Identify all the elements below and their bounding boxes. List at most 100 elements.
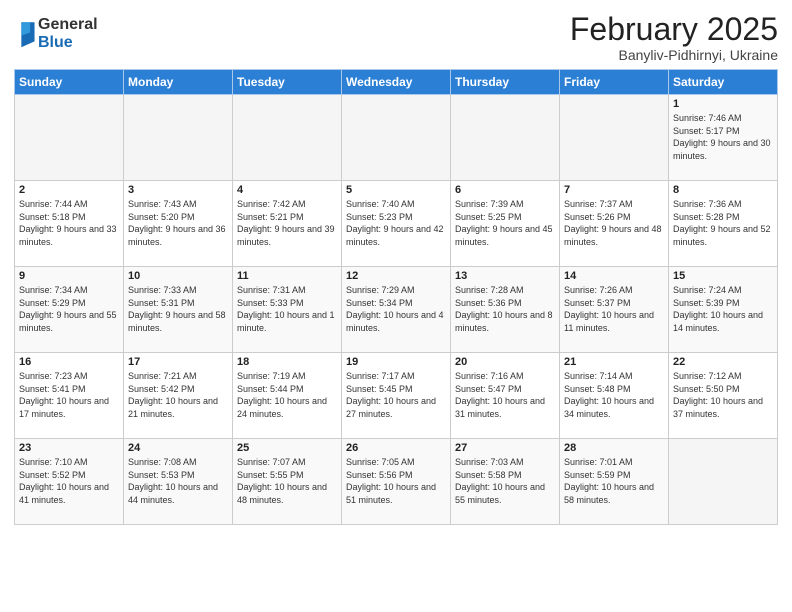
logo-icon (14, 20, 36, 48)
day-number: 13 (455, 270, 555, 282)
weekday-header-thursday: Thursday (451, 70, 560, 95)
calendar-cell: 25 Sunrise: 7:07 AM Sunset: 5:55 PM Dayli… (233, 439, 342, 525)
day-info: Sunrise: 7:21 AM Sunset: 5:42 PM Dayligh… (128, 370, 228, 420)
weekday-header-row: SundayMondayTuesdayWednesdayThursdayFrid… (15, 70, 778, 95)
logo-general-label: General (38, 16, 98, 34)
day-info: Sunrise: 7:37 AM Sunset: 5:26 PM Dayligh… (564, 198, 664, 248)
day-info: Sunrise: 7:10 AM Sunset: 5:52 PM Dayligh… (19, 456, 119, 506)
day-info: Sunrise: 7:28 AM Sunset: 5:36 PM Dayligh… (455, 284, 555, 334)
calendar-cell: 5Sunrise: 7:40 AM Sunset: 5:23 PM Daylig… (342, 181, 451, 267)
calendar-cell: 1 Sunrise: 7:46 AM Sunset: 5:17 PM Daylig… (669, 95, 778, 181)
day-number: 2 (19, 184, 119, 196)
day-number: 25 (237, 442, 337, 454)
day-info: Sunrise: 7:19 AM Sunset: 5:44 PM Dayligh… (237, 370, 337, 420)
calendar-week-2: 9 Sunrise: 7:34 AM Sunset: 5:29 PM Daylig… (15, 267, 778, 353)
day-number: 23 (19, 442, 119, 454)
day-info: Sunrise: 7:42 AM Sunset: 5:21 PM Dayligh… (237, 198, 337, 248)
title-area: February 2025 Banyliv-Pidhirnyi, Ukraine (570, 12, 778, 63)
weekday-header-saturday: Saturday (669, 70, 778, 95)
logo-blue-label: Blue (38, 34, 98, 52)
calendar: SundayMondayTuesdayWednesdayThursdayFrid… (14, 69, 778, 525)
day-number: 3 (128, 184, 228, 196)
day-info: Sunrise: 7:05 AM Sunset: 5:56 PM Dayligh… (346, 456, 446, 506)
calendar-week-1: 2 Sunrise: 7:44 AM Sunset: 5:18 PM Daylig… (15, 181, 778, 267)
calendar-cell: 11 Sunrise: 7:31 AM Sunset: 5:33 PM Dayli… (233, 267, 342, 353)
page-container: General Blue February 2025 Banyliv-Pidhi… (0, 0, 792, 612)
logo: General Blue (14, 16, 98, 51)
calendar-cell: 17 Sunrise: 7:21 AM Sunset: 5:42 PM Dayli… (124, 353, 233, 439)
day-number: 6 (455, 184, 555, 196)
day-info: Sunrise: 7:23 AM Sunset: 5:41 PM Dayligh… (19, 370, 119, 420)
weekday-header-tuesday: Tuesday (233, 70, 342, 95)
weekday-header-monday: Monday (124, 70, 233, 95)
day-number: 4 (237, 184, 337, 196)
calendar-cell: 2 Sunrise: 7:44 AM Sunset: 5:18 PM Daylig… (15, 181, 124, 267)
calendar-cell: 16Sunrise: 7:23 AM Sunset: 5:41 PM Dayli… (15, 353, 124, 439)
calendar-cell: 22 Sunrise: 7:12 AM Sunset: 5:50 PM Dayli… (669, 353, 778, 439)
calendar-cell: 6 Sunrise: 7:39 AM Sunset: 5:25 PM Daylig… (451, 181, 560, 267)
calendar-cell: 9 Sunrise: 7:34 AM Sunset: 5:29 PM Daylig… (15, 267, 124, 353)
day-info: Sunrise: 7:44 AM Sunset: 5:18 PM Dayligh… (19, 198, 119, 248)
calendar-week-0: 1 Sunrise: 7:46 AM Sunset: 5:17 PM Daylig… (15, 95, 778, 181)
day-number: 22 (673, 356, 773, 368)
day-number: 7 (564, 184, 664, 196)
day-number: 20 (455, 356, 555, 368)
calendar-cell: 10 Sunrise: 7:33 AM Sunset: 5:31 PM Dayli… (124, 267, 233, 353)
day-info: Sunrise: 7:26 AM Sunset: 5:37 PM Dayligh… (564, 284, 664, 334)
calendar-cell: 13 Sunrise: 7:28 AM Sunset: 5:36 PM Dayli… (451, 267, 560, 353)
calendar-body: 1 Sunrise: 7:46 AM Sunset: 5:17 PM Daylig… (15, 95, 778, 525)
day-info: Sunrise: 7:24 AM Sunset: 5:39 PM Dayligh… (673, 284, 773, 334)
day-number: 26 (346, 442, 446, 454)
day-number: 8 (673, 184, 773, 196)
day-info: Sunrise: 7:43 AM Sunset: 5:20 PM Dayligh… (128, 198, 228, 248)
day-number: 27 (455, 442, 555, 454)
weekday-header-wednesday: Wednesday (342, 70, 451, 95)
day-info: Sunrise: 7:16 AM Sunset: 5:47 PM Dayligh… (455, 370, 555, 420)
day-info: Sunrise: 7:46 AM Sunset: 5:17 PM Dayligh… (673, 112, 773, 162)
day-number: 12 (346, 270, 446, 282)
day-number: 5 (346, 184, 446, 196)
day-number: 15 (673, 270, 773, 282)
calendar-cell: 4 Sunrise: 7:42 AM Sunset: 5:21 PM Daylig… (233, 181, 342, 267)
calendar-cell: 8Sunrise: 7:36 AM Sunset: 5:28 PM Daylig… (669, 181, 778, 267)
day-info: Sunrise: 7:07 AM Sunset: 5:55 PM Dayligh… (237, 456, 337, 506)
day-info: Sunrise: 7:33 AM Sunset: 5:31 PM Dayligh… (128, 284, 228, 334)
header: General Blue February 2025 Banyliv-Pidhi… (14, 12, 778, 63)
weekday-header-friday: Friday (560, 70, 669, 95)
calendar-cell: 18Sunrise: 7:19 AM Sunset: 5:44 PM Dayli… (233, 353, 342, 439)
day-info: Sunrise: 7:34 AM Sunset: 5:29 PM Dayligh… (19, 284, 119, 334)
calendar-cell (669, 439, 778, 525)
calendar-cell: 28 Sunrise: 7:01 AM Sunset: 5:59 PM Dayli… (560, 439, 669, 525)
calendar-cell: 21Sunrise: 7:14 AM Sunset: 5:48 PM Dayli… (560, 353, 669, 439)
calendar-cell (15, 95, 124, 181)
day-number: 1 (673, 98, 773, 110)
calendar-cell: 26 Sunrise: 7:05 AM Sunset: 5:56 PM Dayli… (342, 439, 451, 525)
day-number: 10 (128, 270, 228, 282)
day-info: Sunrise: 7:31 AM Sunset: 5:33 PM Dayligh… (237, 284, 337, 334)
calendar-header: SundayMondayTuesdayWednesdayThursdayFrid… (15, 70, 778, 95)
day-number: 9 (19, 270, 119, 282)
calendar-week-4: 23 Sunrise: 7:10 AM Sunset: 5:52 PM Dayli… (15, 439, 778, 525)
calendar-cell: 27 Sunrise: 7:03 AM Sunset: 5:58 PM Dayli… (451, 439, 560, 525)
calendar-cell: 20 Sunrise: 7:16 AM Sunset: 5:47 PM Dayli… (451, 353, 560, 439)
calendar-cell (233, 95, 342, 181)
day-info: Sunrise: 7:29 AM Sunset: 5:34 PM Dayligh… (346, 284, 446, 334)
day-number: 19 (346, 356, 446, 368)
day-number: 11 (237, 270, 337, 282)
day-number: 24 (128, 442, 228, 454)
day-info: Sunrise: 7:39 AM Sunset: 5:25 PM Dayligh… (455, 198, 555, 248)
day-number: 17 (128, 356, 228, 368)
day-info: Sunrise: 7:03 AM Sunset: 5:58 PM Dayligh… (455, 456, 555, 506)
calendar-cell (451, 95, 560, 181)
day-number: 28 (564, 442, 664, 454)
calendar-cell: 12 Sunrise: 7:29 AM Sunset: 5:34 PM Dayli… (342, 267, 451, 353)
calendar-cell: 23 Sunrise: 7:10 AM Sunset: 5:52 PM Dayli… (15, 439, 124, 525)
calendar-cell: 7 Sunrise: 7:37 AM Sunset: 5:26 PM Daylig… (560, 181, 669, 267)
day-info: Sunrise: 7:01 AM Sunset: 5:59 PM Dayligh… (564, 456, 664, 506)
month-title: February 2025 (570, 12, 778, 47)
calendar-cell: 19Sunrise: 7:17 AM Sunset: 5:45 PM Dayli… (342, 353, 451, 439)
logo-text: General Blue (38, 16, 98, 51)
calendar-cell: 24Sunrise: 7:08 AM Sunset: 5:53 PM Dayli… (124, 439, 233, 525)
calendar-cell: 3 Sunrise: 7:43 AM Sunset: 5:20 PM Daylig… (124, 181, 233, 267)
day-info: Sunrise: 7:12 AM Sunset: 5:50 PM Dayligh… (673, 370, 773, 420)
